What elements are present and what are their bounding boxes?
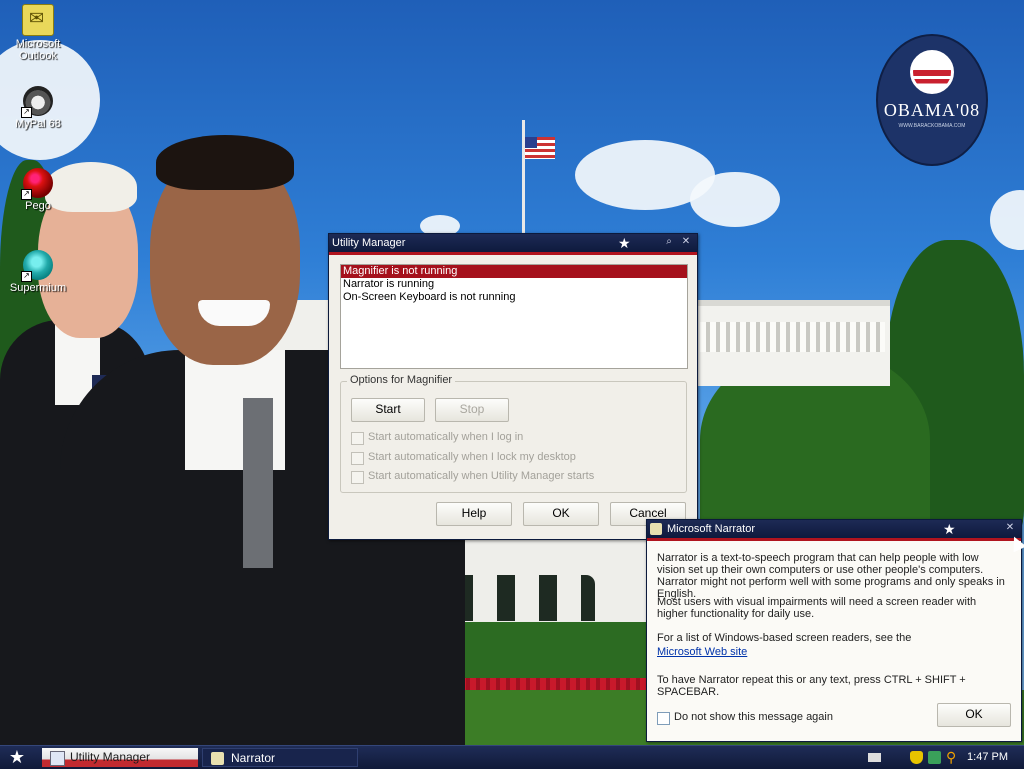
desktop-icon-pego[interactable]: ↗ Pego (2, 168, 74, 212)
desktop-icon-outlook[interactable]: Microsoft Outlook (2, 4, 74, 62)
network-icon[interactable] (928, 751, 941, 764)
checkbox-box (351, 452, 364, 465)
utility-manager-window: Utility Manager ★ ⌕ ✕ Magnifier is not r… (328, 233, 698, 540)
pego-icon: ↗ (21, 168, 53, 200)
cloud (690, 172, 780, 227)
desktop-icon-mypal[interactable]: ↗ MyPal 68 (2, 86, 74, 130)
start-button[interactable]: ★ (4, 747, 30, 768)
logo-text: OBAMA'08 (883, 100, 981, 120)
narrator-app-icon (650, 523, 662, 535)
close-icon[interactable]: ✕ (679, 235, 693, 249)
mypal-icon: ↗ (21, 86, 53, 118)
taskbar-item-label: Narrator (231, 751, 276, 765)
options-group-label: Options for Magnifier (347, 374, 456, 386)
narrator-titlebar[interactable]: Microsoft Narrator ★ ✕ (647, 520, 1021, 541)
window-title: Utility Manager (332, 237, 406, 249)
white-house-arches (455, 575, 595, 621)
checkbox-label: Do not show this message again (674, 711, 833, 723)
close-icon[interactable]: ✕ (1003, 521, 1017, 535)
narrator-note: Most users with visual impairments will … (657, 596, 977, 620)
taskbar: ★ Utility Manager Narrator ⚲ 1:47 PM (0, 745, 1024, 769)
narrator-window: Microsoft Narrator ★ ✕ Narrator is a tex… (646, 519, 1022, 742)
keyboard-icon[interactable] (868, 753, 881, 762)
cloud (990, 190, 1024, 250)
campaign-logo-icon (910, 50, 954, 94)
taskbar-item-narrator[interactable]: Narrator (202, 748, 358, 767)
list-item[interactable]: Narrator is running (341, 278, 687, 291)
shortcut-arrow-icon: ↗ (21, 271, 32, 282)
titlebar-accent (329, 252, 697, 255)
star-icon: ★ (618, 235, 631, 251)
utility-manager-icon (50, 751, 65, 766)
white-house-columns (700, 322, 885, 352)
person-center-tie (243, 398, 273, 568)
narrator-icon (211, 752, 224, 765)
outlook-icon (22, 4, 54, 36)
supermium-icon: ↗ (21, 250, 53, 282)
titlebar-accent (647, 538, 1021, 541)
options-group: Options for Magnifier Start Stop Start a… (340, 374, 687, 493)
help-icon[interactable]: ⌕ (662, 235, 676, 249)
narrator-ok-button[interactable]: OK (937, 703, 1011, 727)
shortcut-arrow-icon: ↗ (21, 189, 32, 200)
list-item[interactable]: Magnifier is not running (341, 265, 687, 278)
start-button[interactable]: Start (351, 398, 425, 422)
checkbox-start-login[interactable]: Start automatically when I log in (351, 431, 523, 445)
stop-button[interactable]: Stop (435, 398, 509, 422)
microsoft-web-site-link[interactable]: Microsoft Web site (657, 646, 747, 658)
checkbox-box (351, 432, 364, 445)
checkbox-label: Start automatically when I lock my deskt… (368, 451, 576, 463)
hedge (440, 622, 660, 680)
shield-icon[interactable] (910, 751, 923, 764)
checkbox-start-utility[interactable]: Start automatically when Utility Manager… (351, 470, 594, 484)
microsoft-web-site-link-row: Microsoft Web site (657, 646, 1005, 658)
checkbox-box (657, 712, 670, 725)
desktop-icon-label: Microsoft Outlook (15, 38, 61, 62)
taskbar-item-utility-manager[interactable]: Utility Manager (42, 748, 198, 767)
taskbar-item-label: Utility Manager (70, 750, 151, 764)
help-button[interactable]: Help (436, 502, 512, 526)
ok-button[interactable]: OK (523, 502, 599, 526)
narrator-shortcut-hint: To have Narrator repeat this or any text… (657, 674, 966, 698)
person-center-smile (198, 300, 270, 326)
logo-subtext: WWW.BARACKOBAMA.COM (898, 123, 966, 129)
desktop-icon-supermium[interactable]: ↗ Supermium (2, 250, 74, 294)
person-center-hair (156, 135, 294, 190)
shortcut-arrow-icon: ↗ (21, 107, 32, 118)
desktop-icon-label: Pego (25, 200, 51, 212)
checkbox-start-lock[interactable]: Start automatically when I lock my deskt… (351, 451, 576, 465)
system-tray: ⚲ 1:47 PM (854, 746, 1024, 769)
window-title: Microsoft Narrator (667, 523, 756, 535)
checkbox-label: Start automatically when I log in (368, 431, 524, 443)
star-icon: ★ (943, 521, 956, 537)
utility-list[interactable]: Magnifier is not running Narrator is run… (340, 264, 688, 369)
checkbox-label: Start automatically when Utility Manager… (368, 470, 595, 482)
list-item[interactable]: On-Screen Keyboard is not running (341, 291, 687, 304)
desktop-icon-label: MyPal 68 (15, 118, 61, 130)
narrator-screen-readers: For a list of Windows-based screen reade… (657, 632, 912, 644)
narrator-description: Narrator is a text-to-speech program tha… (657, 552, 1005, 600)
campaign-logo: OBAMA'08 WWW.BARACKOBAMA.COM (876, 34, 988, 166)
taskbar-clock[interactable]: 1:47 PM (967, 746, 1008, 769)
search-icon[interactable]: ⚲ (946, 750, 959, 764)
us-flag (525, 137, 555, 159)
checkbox-box (351, 471, 364, 484)
checkbox-dont-show[interactable]: Do not show this message again (657, 711, 833, 725)
utility-manager-titlebar[interactable]: Utility Manager ★ ⌕ ✕ (329, 234, 697, 255)
desktop-icon-label: Supermium (9, 282, 67, 294)
